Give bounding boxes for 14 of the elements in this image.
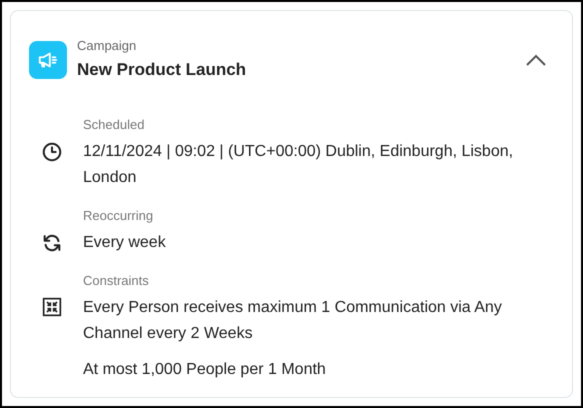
section-label: Scheduled bbox=[83, 116, 146, 134]
campaign-title: New Product Launch bbox=[77, 59, 246, 81]
refresh-icon bbox=[41, 232, 63, 254]
campaign-label: Campaign bbox=[77, 37, 138, 55]
section-label: Reoccurring bbox=[83, 207, 154, 225]
compress-icon bbox=[42, 297, 62, 317]
megaphone-icon bbox=[29, 40, 67, 78]
section-value: Every week bbox=[83, 233, 166, 253]
chevron-icon bbox=[525, 52, 547, 66]
section-value: 12/11/2024 | 09:02 | (UTC+00:00) Dublin, Edinburgh, Lisbon, London bbox=[83, 142, 514, 188]
clock-icon bbox=[41, 141, 63, 163]
section-value: At most 1,000 People per 1 Month bbox=[83, 360, 327, 380]
section-value: Every Person receives maximum 1 Communication via Any Channel every 2 Weeks bbox=[83, 298, 503, 344]
section-label: Constraints bbox=[83, 272, 150, 290]
